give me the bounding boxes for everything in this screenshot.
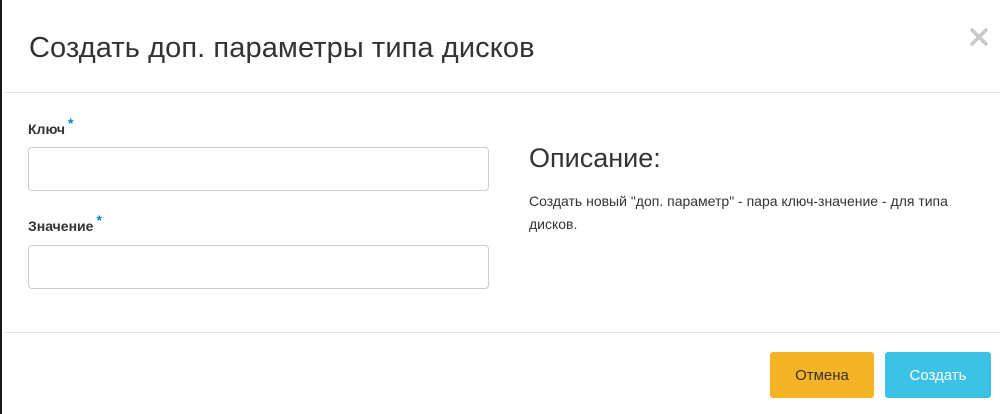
description-text: Создать новый "доп. параметр" - пара клю…: [529, 193, 948, 232]
dialog-footer: Отмена Создать: [4, 333, 1000, 414]
value-field-label: Значение *: [28, 212, 102, 234]
create-extra-spec-dialog: Создать доп. параметры типа дисков Ключ *…: [0, 0, 1000, 414]
key-label-text: Ключ: [28, 121, 65, 137]
dialog-header: Создать доп. параметры типа дисков: [4, 0, 1000, 93]
value-required-marker: *: [96, 212, 102, 228]
key-required-marker: *: [68, 115, 74, 131]
description-heading: Описание:: [529, 143, 661, 173]
value-input[interactable]: [28, 245, 489, 289]
key-field-label: Ключ *: [28, 115, 73, 137]
value-label-text: Значение: [28, 218, 94, 234]
close-icon[interactable]: [968, 26, 990, 48]
dialog-body: Ключ * Значение * Описание: Создать новый …: [4, 93, 1000, 333]
cancel-button[interactable]: Отмена: [770, 352, 874, 398]
create-button[interactable]: Создать: [885, 352, 991, 398]
dialog-title: Создать доп. параметры типа дисков: [29, 32, 535, 64]
key-input[interactable]: [28, 147, 489, 191]
